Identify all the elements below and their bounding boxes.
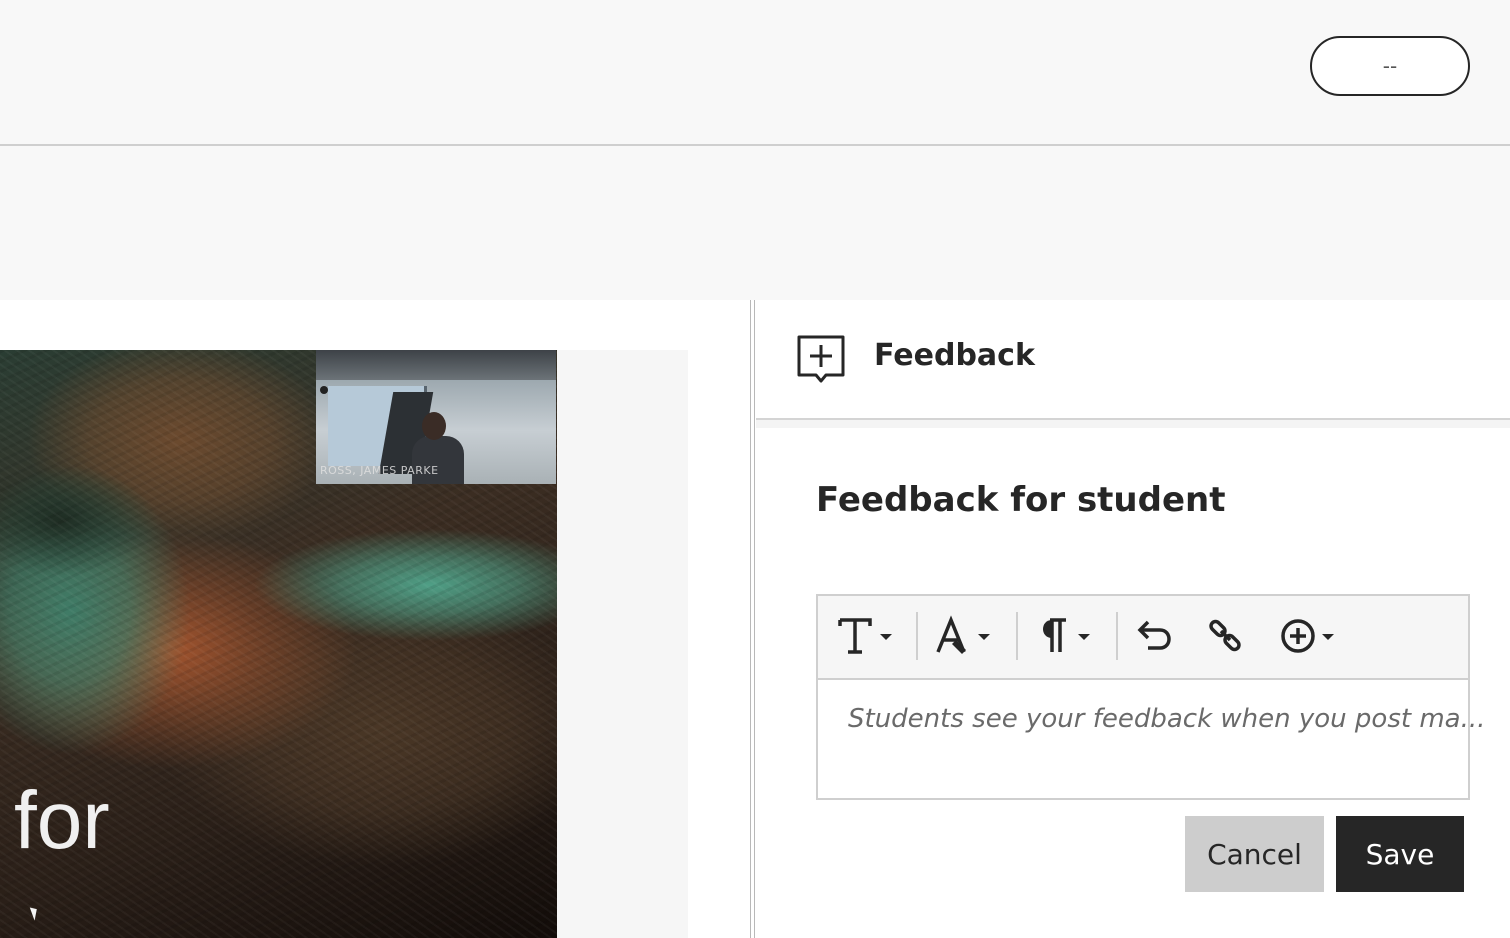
toolbar-separator — [1116, 612, 1118, 660]
submission-viewer: ROSS, JAMES PARKE for — [0, 300, 750, 938]
pip-ceiling — [316, 350, 556, 380]
video-preview[interactable]: ROSS, JAMES PARKE for — [0, 350, 557, 938]
feedback-panel: Feedback Feedback for student Students s… — [756, 300, 1510, 938]
toolbar-separator — [916, 612, 918, 660]
text-style-button[interactable] — [836, 610, 900, 662]
feedback-text-area[interactable]: Students see your feedback when you post… — [818, 678, 1485, 798]
add-feedback-icon — [797, 335, 845, 383]
undo-button[interactable] — [1134, 610, 1174, 662]
submission-bar: -- — [0, 146, 1510, 386]
paragraph-icon — [1043, 618, 1090, 652]
cancel-button[interactable]: Cancel — [1185, 816, 1324, 892]
insert-link-button[interactable] — [1206, 610, 1246, 662]
video-caption-text: for — [14, 775, 110, 866]
insert-content-button[interactable] — [1278, 610, 1342, 662]
text-style-icon — [838, 618, 892, 654]
panel-title: Feedback — [874, 338, 1035, 373]
paragraph-button[interactable] — [1034, 610, 1098, 662]
pip-indicator-icon — [320, 386, 328, 394]
section-title: Feedback for student — [816, 480, 1226, 520]
text-format-button[interactable] — [934, 610, 998, 662]
header-shadow — [756, 420, 1510, 428]
feedback-placeholder: Students see your feedback when you post… — [848, 704, 1486, 734]
panel-divider[interactable] — [750, 300, 755, 938]
editor-toolbar — [818, 596, 1468, 680]
feedback-panel-header: Feedback — [756, 300, 1510, 420]
link-icon — [1209, 619, 1241, 652]
save-button[interactable]: Save — [1336, 816, 1464, 892]
top-bar: -- — [0, 0, 1510, 146]
pip-name-label: ROSS, JAMES PARKE — [320, 464, 439, 477]
picture-in-picture: ROSS, JAMES PARKE — [316, 350, 556, 484]
pip-person-head — [422, 412, 446, 440]
top-grade-pill[interactable]: -- — [1310, 36, 1470, 96]
undo-icon — [1137, 620, 1171, 650]
text-format-icon — [936, 615, 990, 654]
insert-content-icon — [1281, 619, 1334, 653]
viewer-margin — [556, 350, 688, 938]
toolbar-separator — [1016, 612, 1018, 660]
feedback-editor: Students see your feedback when you post… — [816, 594, 1485, 800]
